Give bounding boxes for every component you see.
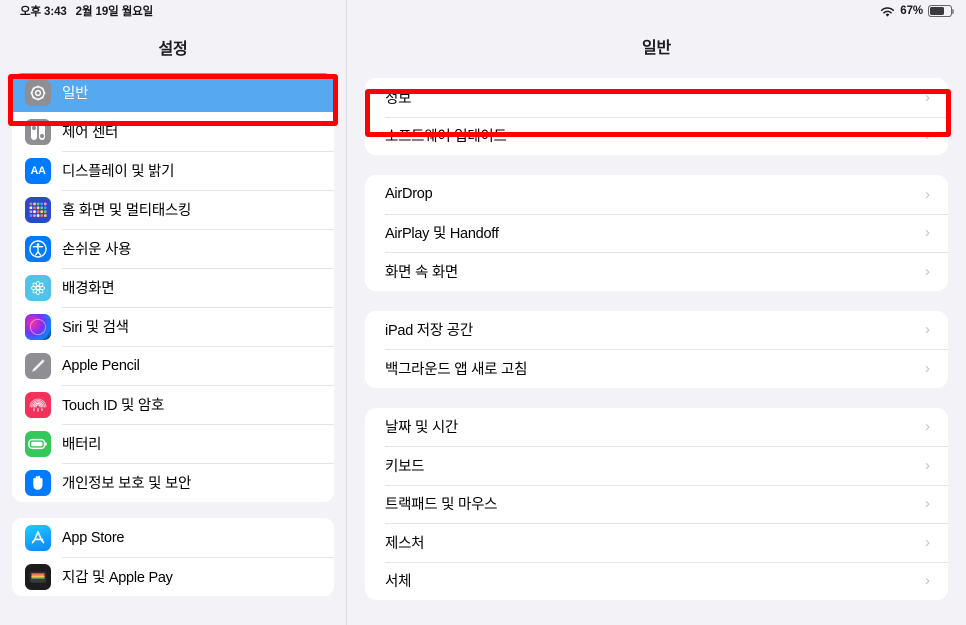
detail-row-백그라운드-앱-새로-고침[interactable]: 백그라운드 앱 새로 고침 › [365,349,948,388]
detail-row-label: 제스처 [385,535,425,552]
privacy-hand-icon [25,469,51,496]
general-detail-pane[interactable]: 일반 정보 › 소프트웨어 업데이트 › AirDrop › AirPlay 및 Hando… [347,0,966,625]
app-store-icon [25,524,51,551]
chevron-right-icon: › [925,495,930,513]
detail-row-label: AirPlay 및 Handoff [385,226,499,243]
detail-row-label: AirDrop [385,186,433,203]
chevron-right-icon: › [925,418,930,436]
detail-row-서체[interactable]: 서체 › [365,561,948,600]
settings-sidebar[interactable]: 설정 일반제어 센터 AA 디스플레이 및 밝기홈 화면 및 멀티태스킹손쉬운 사용… [0,0,347,625]
sidebar-item-label: 일반 [62,86,89,102]
detail-group-3: 날짜 및 시간 › 키보드 › 트랙패드 및 마우스 › 제스처 › 서체 › [365,407,948,600]
sidebar-item-label: Touch ID 및 암호 [62,398,165,414]
detail-row-label: 정보 [385,90,412,107]
detail-row-label: 화면 속 화면 [385,264,459,281]
siri-icon [25,313,51,340]
sidebar-item-label: 배경화면 [62,281,115,297]
sidebar-item-배터리[interactable]: 배터리 [12,424,334,463]
detail-row-label: 날짜 및 시간 [385,420,459,437]
detail-row-화면-속-화면[interactable]: 화면 속 화면 › [365,252,948,291]
detail-row-정보[interactable]: 정보 › [365,78,948,117]
detail-row-airplay-및-handoff[interactable]: AirPlay 및 Handoff › [365,213,948,252]
detail-row-키보드[interactable]: 키보드 › [365,446,948,485]
chevron-right-icon: › [925,185,930,203]
sidebar-item-지갑-및-apple-pay[interactable]: 지갑 및 Apple Pay [12,557,334,596]
detail-row-label: 백그라운드 앱 새로 고침 [385,361,528,378]
sidebar-item-touch-id-및-암호[interactable]: Touch ID 및 암호 [12,385,334,424]
sidebar-group-1: App Store 지갑 및 Apple Pay [12,518,334,596]
sidebar-item-siri-및-검색[interactable]: Siri 및 검색 [12,307,334,346]
detail-group-1: AirDrop › AirPlay 및 Handoff › 화면 속 화면 › [365,175,948,291]
sidebar-item-일반[interactable]: 일반 [12,73,334,112]
touch-id-icon [25,391,51,418]
chevron-right-icon: › [925,359,930,377]
sidebar-item-개인정보-보호-및-보안[interactable]: 개인정보 보호 및 보안 [12,463,334,502]
sidebar-item-label: Apple Pencil [62,357,140,374]
control-center-icon [25,118,51,145]
sidebar-item-손쉬운-사용[interactable]: 손쉬운 사용 [12,229,334,268]
detail-group-0: 정보 › 소프트웨어 업데이트 › [365,78,948,155]
accessibility-icon [25,235,51,262]
detail-row-label: 소프트웨어 업데이트 [385,129,507,146]
sidebar-item-디스플레이-및-밝기[interactable]: AA 디스플레이 및 밝기 [12,151,334,190]
sidebar-item-apple-pencil[interactable]: Apple Pencil [12,346,334,385]
detail-group-list: 정보 › 소프트웨어 업데이트 › AirDrop › AirPlay 및 Handoff ›… [347,78,966,600]
sidebar-group-0: 일반제어 센터 AA 디스플레이 및 밝기홈 화면 및 멀티태스킹손쉬운 사용배경화… [12,73,334,502]
sidebar-item-label: 홈 화면 및 멀티태스킹 [62,203,192,219]
chevron-right-icon: › [925,127,930,145]
chevron-right-icon: › [925,262,930,280]
wallet-icon [25,563,51,590]
gear-icon [25,79,51,106]
detail-row-airdrop[interactable]: AirDrop › [365,175,948,214]
home-screen-icon [25,196,51,223]
chevron-right-icon: › [925,572,930,590]
sidebar-item-label: 손쉬운 사용 [62,242,132,258]
chevron-right-icon: › [925,88,930,106]
settings-app-window: 오후 3:43 2월 19일 월요일 67% 설정 일반 제어 센터 AA 디스플레이… [0,0,966,625]
sidebar-item-label: App Store [62,529,125,546]
detail-row-label: 트랙패드 및 마우스 [385,497,498,514]
sidebar-item-label: 지갑 및 Apple Pay [62,570,173,586]
sidebar-item-label: Siri 및 검색 [62,320,129,336]
battery-settings-icon [25,430,51,457]
sidebar-item-app-store[interactable]: App Store [12,518,334,557]
detail-group-2: iPad 저장 공간 › 백그라운드 앱 새로 고침 › [365,310,948,388]
chevron-right-icon: › [925,224,930,242]
detail-row-소프트웨어-업데이트[interactable]: 소프트웨어 업데이트 › [365,116,948,155]
sidebar-item-홈-화면-및-멀티태스킹[interactable]: 홈 화면 및 멀티태스킹 [12,190,334,229]
apple-pencil-icon [25,352,51,379]
chevron-right-icon: › [925,321,930,339]
detail-row-트랙패드-및-마우스[interactable]: 트랙패드 및 마우스 › [365,484,948,523]
sidebar-item-배경화면[interactable]: 배경화면 [12,268,334,307]
sidebar-item-label: 디스플레이 및 밝기 [62,164,175,180]
sidebar-group-list: 일반제어 센터 AA 디스플레이 및 밝기홈 화면 및 멀티태스킹손쉬운 사용배경화… [0,73,346,596]
wallpaper-icon [25,274,51,301]
detail-row-ipad-저장-공간[interactable]: iPad 저장 공간 › [365,310,948,349]
sidebar-item-label: 개인정보 보호 및 보안 [62,476,192,492]
detail-row-label: iPad 저장 공간 [385,323,473,340]
detail-page-title: 일반 [641,40,672,57]
chevron-right-icon: › [925,533,930,551]
display-brightness-icon: AA [25,157,51,184]
chevron-right-icon: › [925,456,930,474]
detail-row-label: 키보드 [385,458,425,475]
sidebar-item-label: 배터리 [62,437,102,453]
detail-row-label: 서체 [385,574,412,591]
detail-row-제스처[interactable]: 제스처 › [365,523,948,562]
sidebar-item-제어-센터[interactable]: 제어 센터 [12,112,334,151]
detail-row-날짜-및-시간[interactable]: 날짜 및 시간 › [365,407,948,446]
sidebar-item-label: 제어 센터 [62,125,119,141]
sidebar-title: 설정 [158,41,188,58]
